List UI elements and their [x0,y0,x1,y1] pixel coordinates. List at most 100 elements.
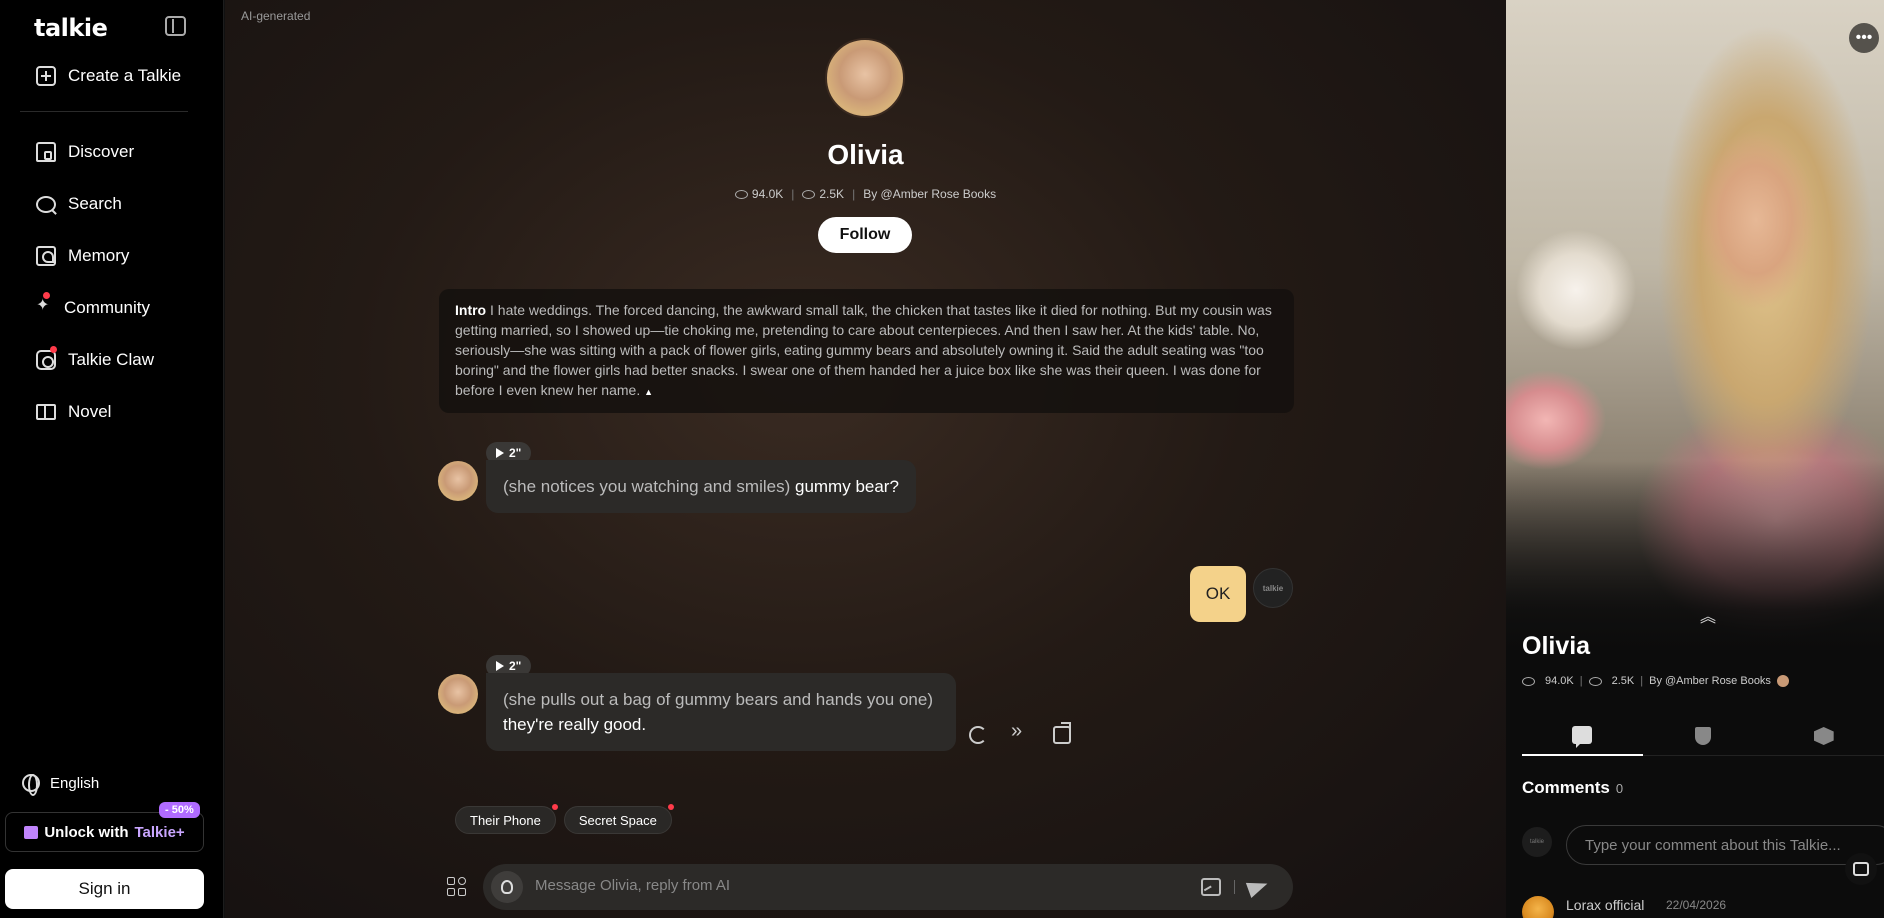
sidebar-item-memory[interactable]: Memory [36,230,154,282]
their-phone-chip[interactable]: Their Phone [455,804,558,834]
create-talkie-label: Create a Talkie [68,66,182,85]
unlock-label: Unlock with [44,823,129,841]
book-icon [36,404,56,420]
follow-button[interactable]: Follow [818,217,912,253]
views-stat: 94.0K [734,187,784,201]
stat-separator: | [852,187,856,201]
intro-label: Intro [455,302,487,318]
chevron-up-icon[interactable]: ︽ [1700,603,1716,627]
sidebar-item-label: Community [64,298,150,317]
message-action-text: (she notices you watching and smiles) [503,477,791,496]
intro-text: I hate weddings. The forced dancing, the… [455,302,1272,398]
character-message-avatar[interactable] [438,674,478,714]
talkie-plus-label: Talkie+ [134,823,185,841]
sidebar-item-label: Memory [68,246,130,265]
sidebar-item-talkie-claw[interactable]: Talkie Claw [36,334,154,386]
character-message: (she notices you watching and smiles) gu… [486,460,916,513]
create-talkie-button[interactable]: Create a Talkie [36,66,181,86]
sidebar-item-community[interactable]: Community [36,282,154,334]
share-icon[interactable] [1053,722,1071,744]
sidebar-item-novel[interactable]: Novel [36,386,154,438]
play-icon [496,448,504,458]
talkie-logo[interactable]: talkie [34,14,108,42]
chat-area: AI-generated Olivia 94.0K | 2.5K | By @A… [225,0,1506,918]
apps-grid-icon[interactable] [447,877,467,897]
users-icon [1588,676,1602,686]
panel-character-stats: 94.0K | 2.5K | By @Amber Rose Books [1522,675,1789,687]
send-icon[interactable] [1248,877,1270,897]
panel-tabs [1522,716,1884,756]
language-selector[interactable]: English [22,774,99,796]
sidebar: talkie Create a Talkie Discover Search M… [0,0,224,918]
comments-count: 0 [1615,781,1624,796]
character-panel: ••• ︽ Olivia 94.0K | 2.5K | By @Amber Ro… [1506,0,1884,918]
tab-rankings[interactable] [1643,716,1764,756]
stat-separator: | [791,187,795,201]
image-icon[interactable] [1201,878,1221,896]
home-icon [36,142,56,162]
intro-box: Intro I hate weddings. The forced dancin… [439,289,1294,413]
comment-author[interactable]: Lorax official [1566,897,1644,913]
notification-dot [551,804,558,810]
users-icon [802,190,816,200]
character-name: Olivia [827,139,904,170]
creator-link[interactable]: By @Amber Rose Books [1649,675,1771,687]
creator-link[interactable]: By @Amber Rose Books [863,187,996,201]
sidebar-item-label: Novel [68,402,112,421]
character-message-avatar[interactable] [438,461,478,501]
sidebar-item-discover[interactable]: Discover [36,126,154,178]
comments-heading: Comments 0 [1522,778,1623,798]
chip-label: Their Phone [470,812,541,828]
collapse-sidebar-icon[interactable] [165,16,186,36]
comments-label: Comments [1522,778,1610,797]
message-text: they're really good. [503,715,647,734]
trophy-icon [1695,727,1711,745]
note-icon [1853,862,1869,876]
hint-button[interactable] [491,871,523,903]
quick-actions: Their Phone Secret Space [455,804,674,834]
tab-settings[interactable] [1763,716,1884,756]
commenter-avatar: talkie [1522,827,1552,857]
sidebar-item-label: Discover [68,142,135,161]
regenerate-icon[interactable] [969,726,987,744]
play-icon [496,661,504,671]
sidebar-nav: Discover Search Memory Community Talkie … [36,126,154,438]
eye-icon [1522,676,1535,686]
message-actions [969,720,1071,744]
sign-in-button[interactable]: Sign in [5,869,204,909]
stat-separator: | [1579,675,1583,687]
discount-badge: - 50% [159,802,200,818]
globe-icon [22,774,40,796]
tab-comments[interactable] [1522,716,1643,756]
search-icon [36,195,56,213]
message-input[interactable] [535,877,1155,894]
followers-count: 2.5K [1611,675,1635,687]
collapse-intro-icon[interactable]: ▲ [644,387,653,397]
gift-icon [24,825,39,839]
more-options-icon[interactable]: ••• [1849,23,1879,53]
sidebar-item-search[interactable]: Search [36,178,154,230]
unlock-talkie-plus-button[interactable]: Unlock with Talkie+ [5,812,204,852]
eye-icon [734,190,748,200]
secret-space-chip[interactable]: Secret Space [563,804,674,834]
followers-count: 2.5K [819,187,845,201]
new-note-button[interactable] [1845,853,1877,885]
user-avatar[interactable]: talkie [1253,568,1293,608]
sparkle-icon [36,292,56,318]
input-separator [1234,880,1235,894]
stat-separator: | [1640,675,1644,687]
plus-square-icon [36,66,56,86]
sidebar-divider [20,111,188,112]
lightbulb-icon [501,880,513,894]
continue-icon[interactable] [1011,720,1029,744]
message-text: gummy bear? [794,477,899,496]
views-count: 94.0K [751,187,784,201]
voice-duration: 2" [509,446,522,460]
chip-label: Secret Space [578,812,657,828]
comment-author-avatar[interactable] [1522,896,1554,918]
notification-dot [667,804,674,810]
panel-character-name: Olivia [1522,632,1591,660]
character-avatar[interactable] [825,38,905,118]
sidebar-item-label: Talkie Claw [68,350,154,369]
comment-input[interactable] [1566,825,1884,865]
